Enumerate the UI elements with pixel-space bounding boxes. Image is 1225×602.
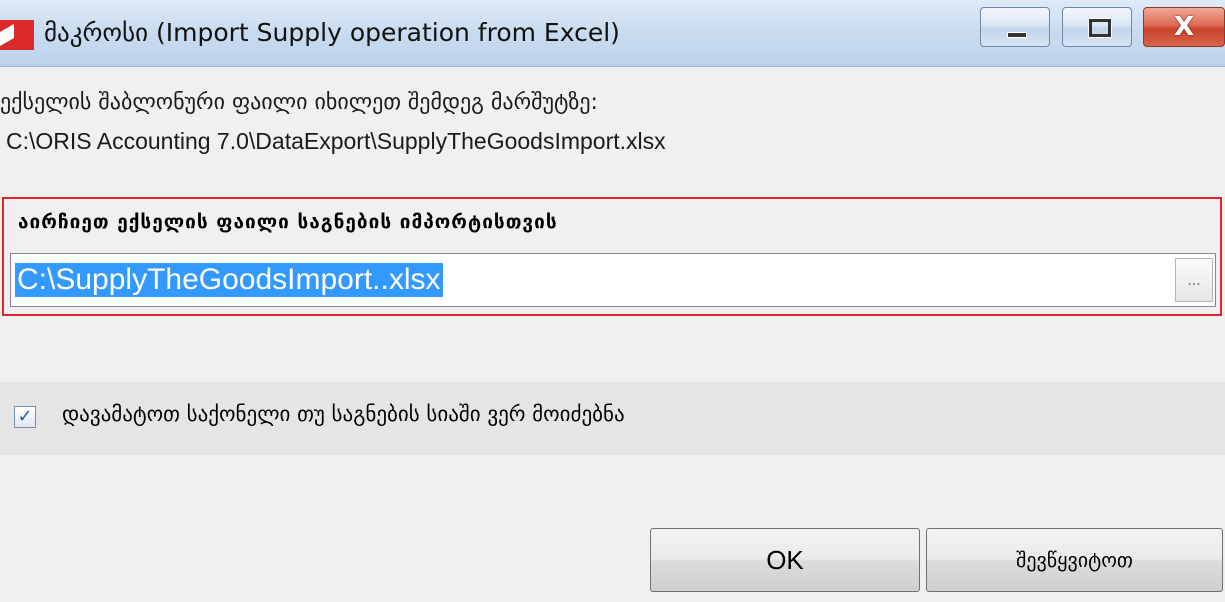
title-bar: მაკროსი (Import Supply operation from Ex… [0, 0, 1225, 67]
window-title: მაკროსი (Import Supply operation from Ex… [44, 18, 620, 47]
close-icon: X [1173, 12, 1195, 42]
app-icon [0, 20, 34, 50]
file-path-input[interactable]: C:\SupplyTheGoodsImport..xlsx ... [10, 253, 1216, 307]
close-button[interactable]: X [1143, 7, 1225, 47]
file-path-value[interactable]: C:\SupplyTheGoodsImport..xlsx [15, 263, 443, 297]
option-row: ✓ დავამატოთ საქონელი თუ საგნების სიაში ვ… [0, 382, 1225, 455]
add-goods-checkbox[interactable]: ✓ [14, 406, 36, 428]
template-info-text: ექსელის შაბლონური ფაილი იხილეთ შემდეგ მა… [0, 90, 598, 115]
minimize-icon [1007, 32, 1027, 38]
cancel-button[interactable]: შევწყვიტოთ [926, 528, 1223, 592]
ok-button[interactable]: OK [650, 528, 920, 592]
file-select-group: აირჩიეთ ექსელის ფაილი საგნების იმპორტისთ… [2, 197, 1222, 316]
file-select-label: აირჩიეთ ექსელის ფაილი საგნების იმპორტისთ… [18, 211, 558, 233]
add-goods-label[interactable]: დავამატოთ საქონელი თუ საგნების სიაში ვერ… [62, 402, 625, 426]
maximize-icon [1089, 19, 1111, 37]
browse-button[interactable]: ... [1175, 258, 1213, 302]
template-path-text: C:\ORIS Accounting 7.0\DataExport\Supply… [6, 128, 666, 154]
minimize-button[interactable] [980, 7, 1050, 47]
maximize-button[interactable] [1062, 7, 1132, 47]
